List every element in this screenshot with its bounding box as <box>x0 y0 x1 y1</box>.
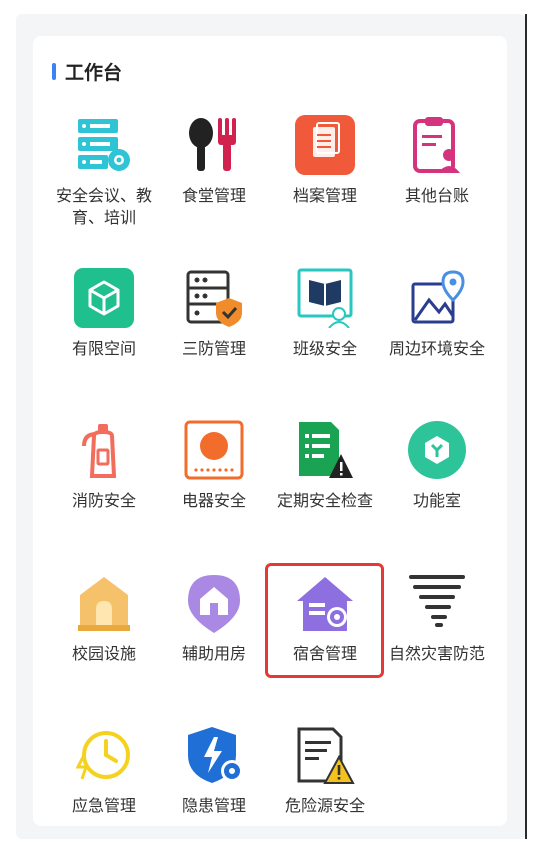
document-folder-icon <box>295 115 355 175</box>
document-warning-icon <box>297 727 355 784</box>
tile-hazard[interactable]: 隐患管理 <box>158 725 270 855</box>
tile-label: 定期安全检查 <box>276 491 373 510</box>
spoon-fork-icon <box>189 118 236 171</box>
tile-auxiliary-housing[interactable]: 辅助用房 <box>158 573 270 703</box>
book-student-icon <box>297 268 353 328</box>
hexagon-room-icon <box>408 421 466 479</box>
tile-label: 安全会议、教育、培训 <box>55 186 152 227</box>
clock-lightning-icon <box>75 731 130 780</box>
tile-label: 周边环境安全 <box>388 339 485 358</box>
tile-archives[interactable]: 档案管理 <box>269 115 381 245</box>
tile-three-prevention[interactable]: 三防管理 <box>158 268 270 398</box>
tile-canteen[interactable]: 食堂管理 <box>158 115 270 245</box>
tile-electrical-safety[interactable]: 电器安全 <box>158 420 270 550</box>
tile-label: 隐患管理 <box>181 796 246 815</box>
tile-label: 有限空间 <box>71 339 136 358</box>
tile-danger-source[interactable]: 危险源安全 <box>269 725 381 855</box>
tile-emergency[interactable]: 应急管理 <box>48 725 160 855</box>
tile-label: 档案管理 <box>292 186 357 205</box>
gate-icon <box>78 577 130 631</box>
tile-fire-safety[interactable]: 消防安全 <box>48 420 160 550</box>
tile-periodic-inspection[interactable]: 定期安全检查 <box>269 420 381 550</box>
right-edge-border <box>525 14 527 839</box>
tile-campus-facilities[interactable]: 校园设施 <box>48 573 160 703</box>
clipboard-user-icon <box>413 117 460 173</box>
section-accent-bar <box>52 62 56 80</box>
tile-label: 三防管理 <box>181 339 246 358</box>
tile-label: 自然灾害防范 <box>388 644 485 663</box>
tile-label: 其他台账 <box>404 186 469 205</box>
tile-label: 电器安全 <box>181 491 246 510</box>
tile-label: 功能室 <box>412 491 461 510</box>
map-pin-icon <box>411 270 465 324</box>
tile-surroundings[interactable]: 周边环境安全 <box>381 268 493 398</box>
tile-confined-space[interactable]: 有限空间 <box>48 268 160 398</box>
tile-label: 食堂管理 <box>181 186 246 205</box>
tile-label: 班级安全 <box>292 339 357 358</box>
tile-natural-disaster[interactable]: 自然灾害防范 <box>381 573 493 703</box>
tornado-icon <box>409 575 465 627</box>
tile-label: 校园设施 <box>71 644 136 663</box>
section-title: 工作台 <box>65 61 123 84</box>
cabinet-shield-icon <box>186 270 242 327</box>
checklist-warning-icon <box>299 422 353 478</box>
tile-label: 应急管理 <box>71 796 136 815</box>
shield-bolt-icon <box>188 727 243 783</box>
tile-safety-meeting[interactable]: 安全会议、教育、培训 <box>48 115 160 245</box>
highlight-frame <box>265 563 384 678</box>
tile-function-room[interactable]: 功能室 <box>381 420 493 550</box>
fire-extinguisher-icon <box>82 424 117 478</box>
tile-other-ledger[interactable]: 其他台账 <box>381 115 493 245</box>
tile-class-safety[interactable]: 班级安全 <box>269 268 381 398</box>
house-pin-icon <box>188 575 240 633</box>
tile-label: 危险源安全 <box>284 796 365 815</box>
cube-icon <box>74 268 134 328</box>
tile-label: 消防安全 <box>71 491 136 510</box>
section-header: 工作台 <box>52 58 122 84</box>
tile-label: 辅助用房 <box>181 644 246 663</box>
server-gear-icon <box>78 119 130 171</box>
appliance-icon <box>184 420 244 480</box>
